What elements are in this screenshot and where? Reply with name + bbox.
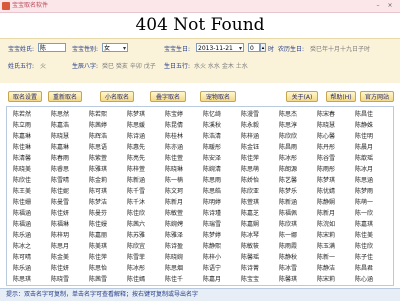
name-cell[interactable]: 陈思琪 (13, 274, 31, 286)
wuxing-label: 生日五行: (164, 63, 191, 70)
title-bar: 宝宝取名软件 – × (0, 0, 400, 13)
birthday-date-picker[interactable]: 2013-11-21 (196, 43, 244, 52)
gender-select[interactable]: 女 (102, 43, 128, 52)
name-cell[interactable]: 陈佳千 (165, 274, 183, 286)
wuxing-value: 水火 水水 金木 土水 (194, 63, 248, 70)
close-icon[interactable]: × (386, 2, 394, 10)
name-cell[interactable]: 陈嘉月 (203, 274, 221, 286)
name-grid: 陈若然 陈思然 陈若熙 陈梦琪 陈宝婷 陈忆绮 陈漫雪 陈思杰 陈宋春 陈昌佳 陈立雨 陈嘉浩 陈茜婷陈… (6, 106, 394, 286)
birthday-label: 宝宝生日: (164, 46, 191, 53)
toolbar: 取名设置 重新取名 小名取名 叠字取名 宠物取名 关于(A) 帮助(H) 官方网… (0, 88, 400, 104)
minimize-icon[interactable]: – (374, 2, 382, 10)
bazi-label: 生辰八字: (72, 63, 99, 70)
name-cell[interactable]: 陈馨琪 (279, 274, 297, 286)
status-text: 提示：双击名字可复制，单击名字可查看解释；按右键可复制或导出名字 (6, 291, 199, 298)
lunar-label: 农历生日: (278, 46, 305, 53)
name-cell[interactable]: 陈心涵 (355, 274, 373, 286)
nickname-button[interactable]: 小名取名 (100, 91, 134, 102)
lunar-value: 癸巳年十月十九日子时 (310, 46, 371, 53)
surname-label: 宝宝姓氏: (8, 46, 35, 53)
bazi-value: 癸巳 癸亥 辛卯 戊子 (102, 63, 156, 70)
help-button[interactable]: 帮助(H) (326, 91, 356, 102)
name-row: 陈思琪 陈晓雪 陈茜雪 陈佳嫣 陈佳千 陈嘉月 陈宝宝 陈馨琪 陈宋莉 陈心涵 (7, 274, 393, 286)
surname-wuxing-value: 火 (40, 63, 47, 70)
naming-settings-button[interactable]: 取名设置 (8, 91, 42, 102)
pet-name-button[interactable]: 宠物取名 (200, 91, 236, 102)
baby-info-form: 宝宝姓氏: 陈 宝宝性别: 女 宝宝生日: 2013-11-21 0 ▴ 时 农… (0, 38, 400, 83)
double-char-name-button[interactable]: 叠字取名 (150, 91, 186, 102)
name-cell[interactable]: 陈佳嫣 (127, 274, 145, 286)
rename-button[interactable]: 重新取名 (48, 91, 82, 102)
name-cell[interactable]: 陈晓雪 (51, 274, 69, 286)
about-button[interactable]: 关于(A) (286, 91, 318, 102)
hour-unit-label: 时 (268, 46, 275, 53)
name-cell[interactable]: 陈茜雪 (89, 274, 107, 286)
birth-hour-input[interactable]: 0 (248, 43, 260, 52)
window-title: 宝宝取名软件 (12, 2, 49, 9)
name-cell[interactable]: 陈宋莉 (317, 274, 335, 286)
gender-label: 宝宝性别: (72, 46, 99, 53)
official-site-button[interactable]: 官方网站 (360, 91, 394, 102)
surname-input[interactable]: 陈 (38, 43, 66, 52)
page-title: 404 Not Found (135, 15, 265, 35)
hour-spinner[interactable]: ▴ (260, 43, 266, 52)
name-cell[interactable]: 陈宝宝 (241, 274, 259, 286)
app-logo-icon (2, 2, 10, 10)
surname-wuxing-label: 姓氏五行: (8, 63, 35, 70)
status-bar: 提示：双击名字可复制，单击名字可查看解释；按右键可复制或导出名字 (0, 288, 400, 301)
